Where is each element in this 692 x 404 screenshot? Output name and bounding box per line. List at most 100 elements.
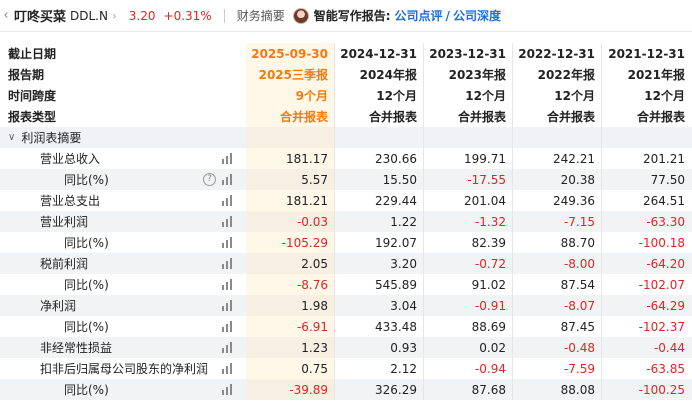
value-cell: -102.07 [638, 277, 685, 292]
value-cell: -17.55 [424, 169, 513, 190]
row-label-cell: 同比(%) [0, 379, 246, 400]
value-cell: 181.21 [246, 190, 335, 211]
chevron-down-icon[interactable]: ∨ [8, 132, 15, 143]
value-cell: -0.44 [653, 340, 685, 355]
section-cell [246, 127, 335, 148]
bar-chart-icon[interactable] [222, 279, 234, 290]
bar-chart-icon[interactable] [222, 300, 234, 311]
row-label: 同比(%) [64, 383, 109, 397]
chevron-left-icon[interactable]: ‹ [0, 8, 12, 23]
value-cell: -39.89 [246, 379, 335, 400]
value-cell: 1.98 [246, 295, 335, 316]
value-cell: 2023-12-31 [424, 43, 513, 64]
value-cell: 3.20 [335, 253, 424, 274]
header-row: 时间跨度 9个月 12个月 12个月 12个月 12个月 [0, 85, 692, 106]
row-label: 非经常性损益 [40, 341, 113, 355]
section-income-statement[interactable]: ∨ 利润表摘要 [0, 127, 692, 148]
table-row: 营业利润 -0.03 1.22 -1.32 -7.15 -63.30 [0, 211, 692, 232]
value-cell: 2024-12-31 [335, 43, 424, 64]
value-cell: -105.29 [246, 232, 335, 253]
value-cell: -8.00 [513, 253, 602, 274]
row-label: 同比(%) [64, 320, 109, 334]
row-label-cell: 扣非后归属母公司股东的净利润 [0, 358, 246, 379]
bar-chart-icon[interactable] [222, 342, 234, 353]
value-cell: -8.76 [246, 274, 335, 295]
bar-chart-icon[interactable] [222, 237, 234, 248]
row-label-cell: 同比(%) [0, 232, 246, 253]
value-cell: 201.04 [424, 190, 513, 211]
value-cell: 1.23 [246, 337, 335, 358]
header-row: 报告期 2025三季报 2024年报 2023年报 2022年报 2021年报 [0, 64, 692, 85]
link-company-review[interactable]: 公司点评 [395, 7, 443, 24]
value-cell: 2024年报 [335, 64, 424, 85]
bar-chart-icon[interactable] [222, 153, 234, 164]
chevron-right-icon[interactable]: › [112, 9, 117, 23]
value-cell: -0.03 [246, 211, 335, 232]
value-cell: -8.07 [513, 295, 602, 316]
section-title: 利润表摘要 [21, 131, 82, 145]
table-row: 扣非后归属母公司股东的净利润 0.75 2.12 -0.94 -7.59 -63.85 [0, 358, 692, 379]
bar-chart-icon[interactable] [222, 195, 234, 206]
value-cell: 192.07 [335, 232, 424, 253]
value-cell: 9个月 [246, 85, 335, 106]
price-change: +0.31% [163, 8, 212, 23]
divider [223, 8, 225, 23]
section-cell [335, 127, 424, 148]
top-bar: ‹ 叮咚买菜 DDL.N › 3.20 +0.31% 财务摘要 智能写作报告: … [0, 0, 692, 32]
row-label-cell: 营业总收入 [0, 148, 246, 169]
value-cell: -7.15 [513, 211, 602, 232]
value-cell: 87.45 [513, 316, 602, 337]
row-label: 净利润 [40, 299, 77, 313]
value-cell: 0.02 [424, 337, 513, 358]
header-row: 截止日期 2025-09-30 2024-12-31 2023-12-31 2022-1… [0, 43, 692, 64]
value-cell: 2021-12-31 [608, 46, 685, 61]
stock-code: DDL.N [70, 8, 108, 23]
link-company-depth[interactable]: 公司深度 [453, 7, 501, 24]
value-cell: 合并报表 [513, 106, 602, 127]
row-label-cell: 营业总支出 [0, 190, 246, 211]
value-cell: -7.59 [513, 358, 602, 379]
value-cell: 2.12 [335, 358, 424, 379]
bar-chart-icon[interactable] [222, 384, 234, 395]
table-row: 同比(%) -8.76 545.89 91.02 87.54 -102.07 [0, 274, 692, 295]
value-cell: 87.54 [513, 274, 602, 295]
header-label: 报告期 [0, 64, 246, 85]
value-cell: 433.48 [335, 316, 424, 337]
table-row: 税前利润 2.05 3.20 -0.72 -8.00 -64.20 [0, 253, 692, 274]
avatar [292, 7, 309, 24]
help-icon[interactable]: ? [203, 173, 216, 186]
value-cell: 1.22 [335, 211, 424, 232]
section-cell [602, 127, 691, 148]
value-cell: 2022年报 [513, 64, 602, 85]
value-cell: 合并报表 [246, 106, 335, 127]
value-cell: 230.66 [335, 148, 424, 169]
header-label: 截止日期 [0, 43, 246, 64]
value-cell: 77.50 [650, 172, 685, 187]
breadcrumb: 财务摘要 [236, 9, 285, 23]
value-cell: 12个月 [335, 85, 424, 106]
bar-chart-icon[interactable] [222, 258, 234, 269]
ai-report-label: 智能写作报告: [313, 9, 391, 23]
value-cell: 0.93 [335, 337, 424, 358]
value-cell: 82.39 [424, 232, 513, 253]
bar-chart-icon[interactable] [222, 321, 234, 332]
value-cell: 2025三季报 [246, 64, 335, 85]
table-row: 净利润 1.98 3.04 -0.91 -8.07 -64.29 [0, 295, 692, 316]
bar-chart-icon[interactable] [222, 363, 234, 374]
value-cell: 181.17 [246, 148, 335, 169]
table-row: 同比(%) -6.91 433.48 88.69 87.45 -102.37 [0, 316, 692, 337]
value-cell: 88.70 [513, 232, 602, 253]
bar-chart-icon[interactable] [222, 216, 234, 227]
bar-chart-icon[interactable] [222, 174, 234, 185]
value-cell: -1.32 [424, 211, 513, 232]
row-label: 同比(%) [64, 236, 109, 250]
table-row: 同比(%) -105.29 192.07 82.39 88.70 -100.18 [0, 232, 692, 253]
value-cell: -64.29 [646, 298, 685, 313]
value-cell: 201.21 [643, 151, 685, 166]
row-label-cell: 营业利润 [0, 211, 246, 232]
value-cell: 229.44 [335, 190, 424, 211]
stock-name[interactable]: 叮咚买菜 [14, 6, 66, 25]
value-cell: 12个月 [644, 89, 685, 103]
value-cell: -0.72 [424, 253, 513, 274]
table-row: 同比(%) -39.89 326.29 87.68 88.08 -100.25 [0, 379, 692, 400]
